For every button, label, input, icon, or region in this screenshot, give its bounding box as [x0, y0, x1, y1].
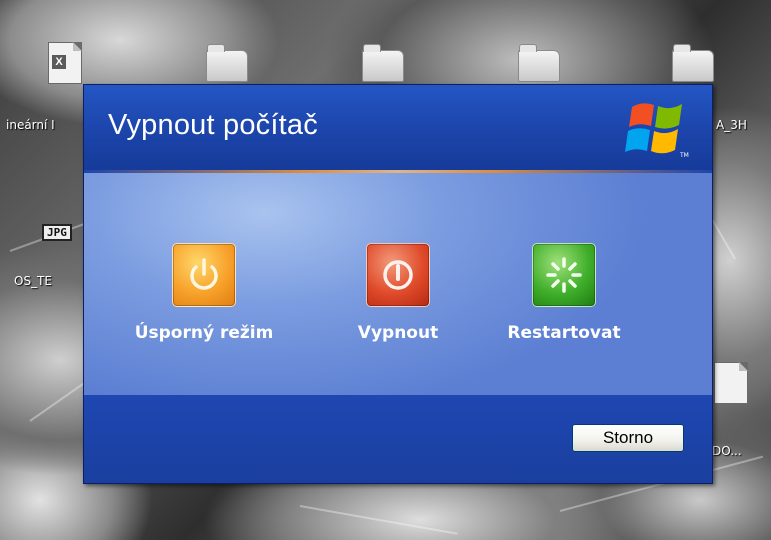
document-icon	[714, 362, 748, 404]
desktop-folder-icon[interactable]	[518, 38, 560, 82]
folder-icon	[672, 44, 714, 82]
jpg-file-icon: JPG	[42, 224, 72, 241]
restart-icon	[546, 257, 582, 293]
turn-off-tile[interactable]	[366, 243, 430, 307]
desktop-folder-icon[interactable]	[362, 38, 404, 82]
dialog-title: Vypnout počítač	[108, 109, 318, 141]
shutdown-dialog: Vypnout počítač TM Úsporný režim Vypnout…	[83, 84, 713, 484]
restart-label: Restartovat	[507, 323, 621, 343]
desktop-icon-label: OS_TE	[14, 274, 52, 288]
folder-icon	[206, 44, 248, 82]
standby-label: Úsporný režim	[134, 323, 274, 343]
restart-tile[interactable]	[532, 243, 596, 307]
folder-icon	[518, 44, 560, 82]
cancel-button[interactable]: Storno	[572, 424, 684, 452]
excel-file-icon: X	[48, 42, 82, 84]
standby-button[interactable]: Úsporný režim	[124, 243, 284, 343]
svg-text:TM: TM	[679, 152, 689, 159]
desktop-folder-icon[interactable]	[206, 38, 248, 82]
folder-icon	[362, 44, 404, 82]
dialog-header: Vypnout počítač TM	[84, 85, 712, 170]
windows-logo-icon: TM	[625, 103, 689, 159]
desktop-icon-label: ineární I	[6, 118, 55, 132]
dialog-body: Úsporný režim Vypnout Restartovat	[84, 173, 712, 395]
standby-icon	[190, 258, 218, 290]
turn-off-button[interactable]: Vypnout	[328, 243, 468, 343]
standby-tile[interactable]	[172, 243, 236, 307]
desktop-icon-jpg[interactable]: JPG	[40, 210, 80, 254]
desktop-icon-excel[interactable]: X	[44, 40, 84, 84]
desktop-icon-doc[interactable]	[710, 360, 750, 404]
power-off-icon	[383, 260, 413, 290]
restart-button[interactable]: Restartovat	[484, 243, 644, 343]
turn-off-label: Vypnout	[357, 323, 439, 343]
desktop-icon-label: DO...	[712, 444, 742, 458]
desktop-folder-icon[interactable]	[672, 38, 714, 82]
desktop-icon-label: A_3H	[716, 118, 747, 132]
